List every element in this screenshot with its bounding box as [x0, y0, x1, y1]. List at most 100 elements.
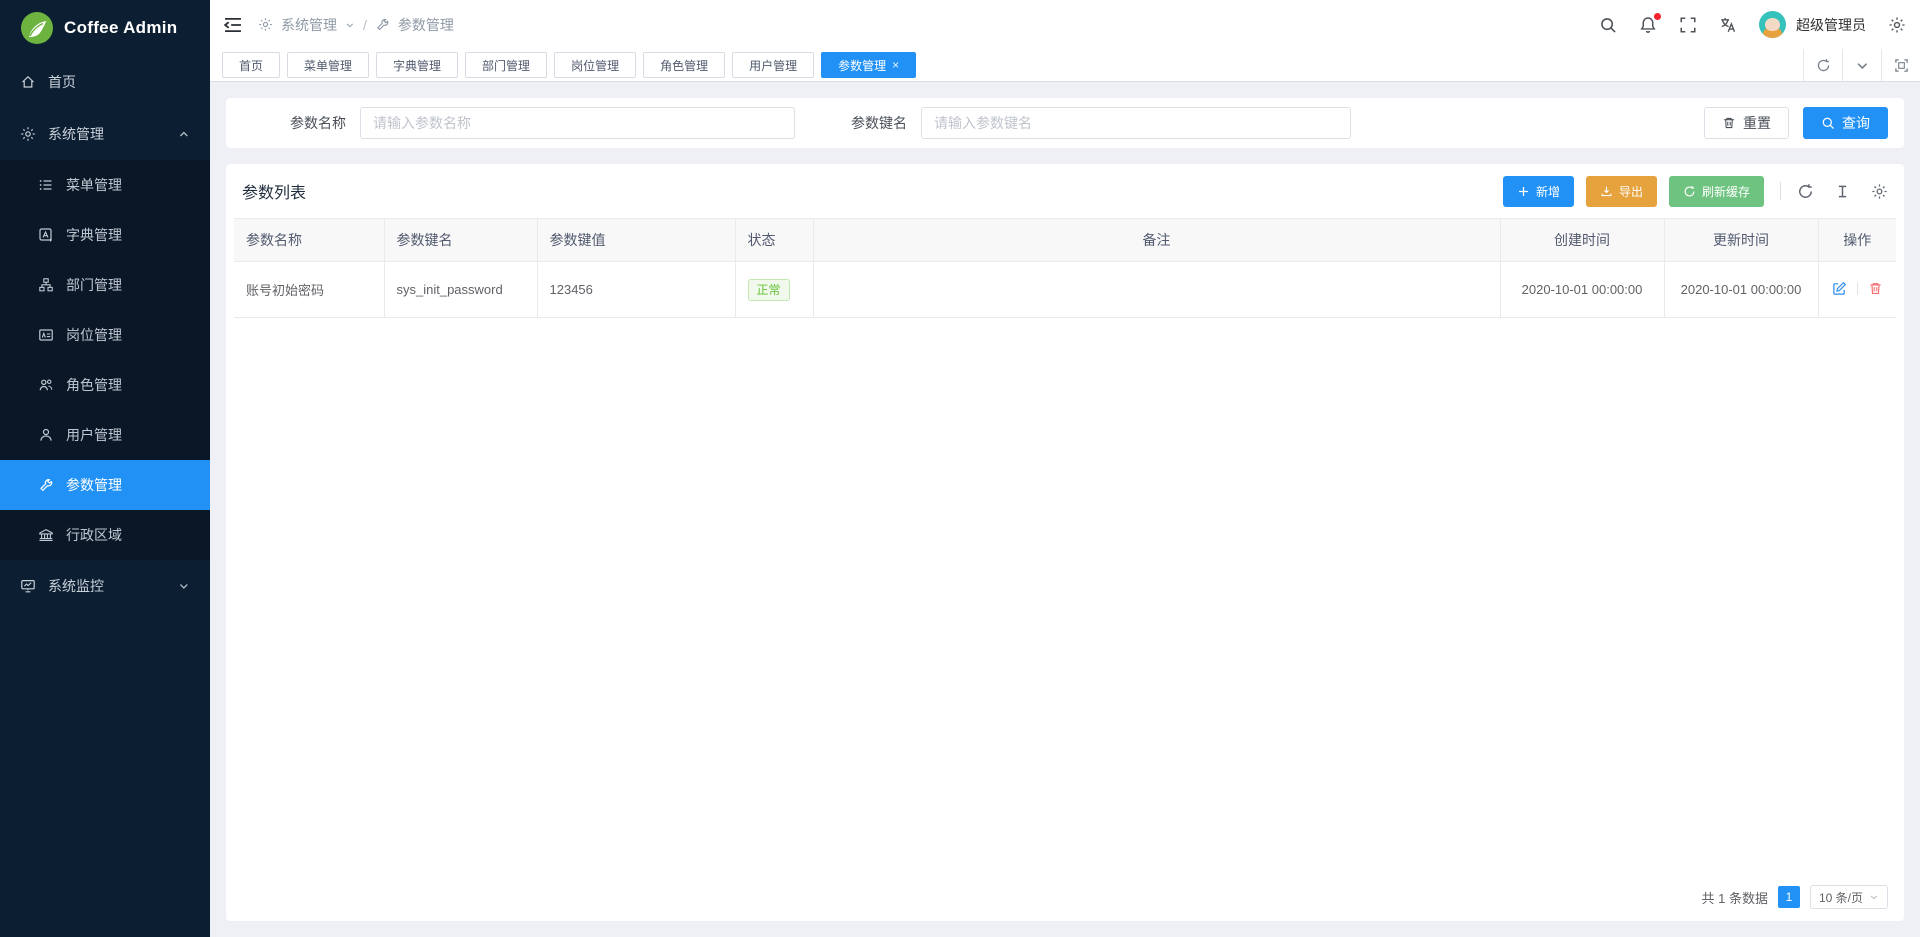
- top-header: 系统管理 / 参数管理 超级管理员: [210, 0, 1920, 49]
- param-list-card: 参数列表 新增 导出 刷新缓存: [226, 164, 1904, 921]
- col-param-value: 参数键值: [537, 219, 735, 262]
- roles-icon: [38, 377, 54, 393]
- add-button-label: 新增: [1536, 183, 1560, 200]
- notification-bell[interactable]: [1639, 16, 1657, 34]
- refresh-cache-button[interactable]: 刷新缓存: [1669, 176, 1764, 207]
- sidebar-item-dept-management[interactable]: 部门管理: [0, 260, 210, 310]
- cell-param-name: 账号初始密码: [234, 262, 384, 318]
- sidebar-item-home[interactable]: 首页: [0, 56, 210, 108]
- breadcrumb-current: 参数管理: [398, 15, 454, 35]
- page-1-button[interactable]: 1: [1778, 886, 1800, 908]
- search-button-label: 查询: [1842, 113, 1870, 133]
- tab-label: 部门管理: [482, 57, 530, 74]
- chevron-down-icon: [345, 20, 355, 30]
- search-button[interactable]: 查询: [1803, 107, 1888, 139]
- toolbar-divider: [1780, 182, 1781, 200]
- chevron-down-icon: [178, 580, 190, 592]
- tab-options-button[interactable]: [1842, 49, 1881, 81]
- bank-icon: [38, 527, 54, 543]
- wrench-icon: [375, 17, 390, 32]
- tab-home[interactable]: 首页: [222, 52, 280, 78]
- wrench-icon: [38, 477, 54, 493]
- username[interactable]: 超级管理员: [1796, 15, 1866, 35]
- fullscreen-icon[interactable]: [1679, 16, 1697, 34]
- breadcrumb: 系统管理 / 参数管理: [258, 15, 454, 35]
- sidebar-collapse-icon[interactable]: [222, 14, 244, 36]
- org-tree-icon: [38, 277, 54, 293]
- search-icon[interactable]: [1599, 16, 1617, 34]
- list-title: 参数列表: [242, 179, 1491, 203]
- tab-label: 岗位管理: [571, 57, 619, 74]
- tab-label: 参数管理: [838, 57, 886, 74]
- status-badge: 正常: [748, 279, 790, 301]
- sidebar-item-dict-management[interactable]: 字典管理: [0, 210, 210, 260]
- column-settings-gear-icon[interactable]: [1871, 183, 1888, 200]
- sidebar-item-system-management[interactable]: 系统管理: [0, 108, 210, 160]
- sidebar-item-system-monitor[interactable]: 系统监控: [0, 560, 210, 612]
- sidebar-item-role-management[interactable]: 角色管理: [0, 360, 210, 410]
- tab-param-management[interactable]: 参数管理 ×: [821, 52, 916, 78]
- breadcrumb-group[interactable]: 系统管理: [281, 15, 337, 35]
- dictionary-icon: [38, 227, 54, 243]
- sidebar-group-label: 系统监控: [48, 576, 104, 596]
- refresh-cache-button-label: 刷新缓存: [1702, 183, 1750, 200]
- notification-dot: [1654, 13, 1661, 20]
- reset-button-label: 重置: [1743, 113, 1771, 133]
- add-button[interactable]: 新增: [1503, 176, 1574, 207]
- cell-param-value: 123456: [537, 262, 735, 318]
- monitor-icon: [20, 578, 36, 594]
- sidebar-item-menu-management[interactable]: 菜单管理: [0, 160, 210, 210]
- export-button[interactable]: 导出: [1586, 176, 1657, 207]
- cell-updated: 2020-10-01 00:00:00: [1664, 262, 1818, 318]
- main-area: 系统管理 / 参数管理 超级管理员: [210, 0, 1920, 937]
- table-header-row: 参数名称 参数键名 参数键值 状态 备注 创建时间 更新时间 操作: [234, 219, 1896, 262]
- sidebar-item-label: 字典管理: [66, 225, 122, 245]
- gear-icon: [20, 126, 36, 142]
- sidebar: Coffee Admin 首页 系统管理 菜单管理 字典管理: [0, 0, 210, 937]
- tab-dict-management[interactable]: 字典管理: [376, 52, 458, 78]
- refresh-icon: [1816, 58, 1831, 73]
- sidebar-item-label: 角色管理: [66, 375, 122, 395]
- tab-refresh-button[interactable]: [1803, 49, 1842, 81]
- sidebar-item-param-management[interactable]: 参数管理: [0, 460, 210, 510]
- settings-gear-icon[interactable]: [1888, 16, 1906, 34]
- tab-role-management[interactable]: 角色管理: [643, 52, 725, 78]
- page-size-select[interactable]: 10 条/页: [1810, 885, 1888, 909]
- breadcrumb-separator: /: [363, 17, 367, 33]
- user-avatar[interactable]: [1759, 11, 1786, 38]
- chevron-up-icon: [178, 128, 190, 140]
- download-icon: [1600, 185, 1613, 198]
- tab-menu-management[interactable]: 菜单管理: [287, 52, 369, 78]
- tab-dept-management[interactable]: 部门管理: [465, 52, 547, 78]
- chevron-down-icon: [1869, 892, 1879, 902]
- row-density-icon[interactable]: [1834, 183, 1851, 200]
- translate-icon[interactable]: [1719, 16, 1737, 34]
- param-table: 参数名称 参数键名 参数键值 状态 备注 创建时间 更新时间 操作 账号初始密码: [234, 218, 1896, 318]
- tab-user-management[interactable]: 用户管理: [732, 52, 814, 78]
- sidebar-item-admin-region[interactable]: 行政区域: [0, 510, 210, 560]
- home-icon: [20, 74, 36, 90]
- col-param-name: 参数名称: [234, 219, 384, 262]
- tab-post-management[interactable]: 岗位管理: [554, 52, 636, 78]
- content-fullscreen-button[interactable]: [1881, 49, 1920, 81]
- sidebar-item-label: 部门管理: [66, 275, 122, 295]
- cell-status: 正常: [735, 262, 813, 318]
- cell-param-key: sys_init_password: [384, 262, 537, 318]
- close-icon[interactable]: ×: [892, 59, 899, 71]
- sidebar-group-label: 系统管理: [48, 124, 104, 144]
- sidebar-item-user-management[interactable]: 用户管理: [0, 410, 210, 460]
- col-param-key: 参数键名: [384, 219, 537, 262]
- table-refresh-icon[interactable]: [1797, 183, 1814, 200]
- sidebar-item-post-management[interactable]: 岗位管理: [0, 310, 210, 360]
- pagination-total: 共 1 条数据: [1702, 888, 1768, 907]
- spring-leaf-icon: [20, 11, 54, 45]
- param-key-input[interactable]: [921, 107, 1351, 139]
- param-key-label: 参数键名: [851, 113, 907, 133]
- sidebar-item-label: 行政区域: [66, 525, 122, 545]
- param-name-input[interactable]: [360, 107, 795, 139]
- delete-icon[interactable]: [1868, 281, 1883, 296]
- tab-label: 字典管理: [393, 57, 441, 74]
- reset-button[interactable]: 重置: [1704, 107, 1789, 139]
- edit-icon[interactable]: [1832, 281, 1847, 296]
- list-icon: [38, 177, 54, 193]
